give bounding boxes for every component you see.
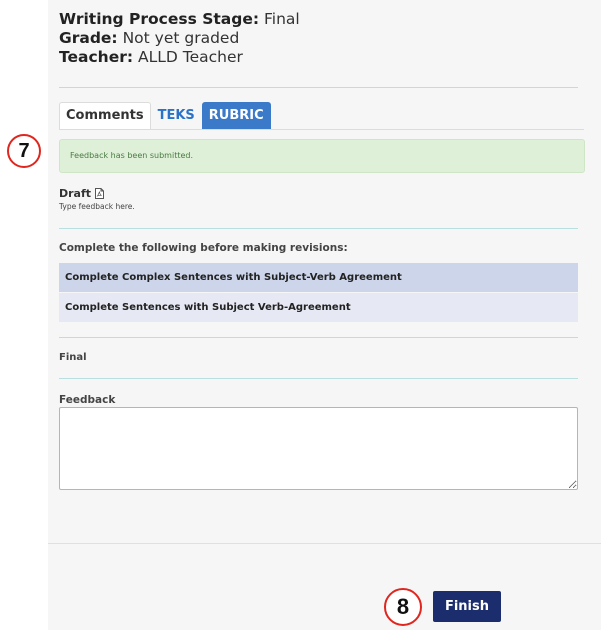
writing-stage-line: Writing Process Stage: Final — [59, 10, 300, 29]
stage-value: Final — [259, 10, 300, 28]
feedback-textarea[interactable] — [59, 407, 578, 490]
tab-underline — [59, 129, 584, 130]
draft-feedback-hint: Type feedback here. — [59, 202, 135, 211]
divider — [59, 228, 578, 229]
divider — [59, 87, 578, 88]
grade-label: Grade: — [59, 29, 118, 47]
stage-label: Writing Process Stage: — [59, 10, 260, 28]
divider — [59, 378, 578, 379]
feedback-label: Feedback — [59, 394, 116, 406]
tab-bar: Comments TEKS RUBRIC — [59, 102, 271, 129]
tab-rubric[interactable]: RUBRIC — [201, 102, 271, 129]
requirements-label: Complete the following before making rev… — [59, 242, 348, 254]
teacher-line: Teacher: ALLD Teacher — [59, 48, 300, 67]
draft-section: Draft Type feedback here. — [59, 187, 135, 211]
final-label: Final — [59, 352, 87, 363]
draft-title-row: Draft — [59, 187, 135, 200]
draft-title: Draft — [59, 187, 92, 200]
step-callout-8: 8 — [384, 588, 422, 626]
finish-button[interactable]: Finish — [433, 591, 501, 622]
tab-comments[interactable]: Comments — [59, 102, 151, 129]
success-alert: Feedback has been submitted. — [59, 139, 585, 173]
grade-line: Grade: Not yet graded — [59, 29, 300, 48]
pdf-icon[interactable] — [95, 188, 105, 199]
teacher-label: Teacher: — [59, 48, 134, 66]
requirement-item[interactable]: Complete Sentences with Subject Verb-Agr… — [59, 293, 578, 322]
step-callout-7: 7 — [7, 134, 41, 168]
divider — [59, 337, 578, 338]
requirement-item[interactable]: Complete Complex Sentences with Subject-… — [59, 263, 578, 292]
footer-divider — [48, 543, 601, 544]
tab-teks[interactable]: TEKS — [150, 102, 202, 129]
grade-value: Not yet graded — [117, 29, 240, 47]
teacher-value: ALLD Teacher — [133, 48, 243, 66]
submission-info: Writing Process Stage: Final Grade: Not … — [59, 10, 300, 67]
